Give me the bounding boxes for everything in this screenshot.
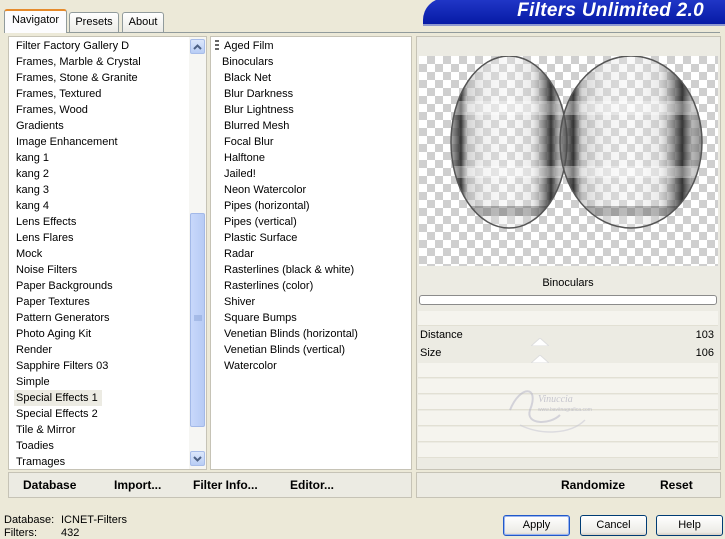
category-item[interactable]: Pattern Generators: [14, 310, 189, 326]
filter-item[interactable]: Blur Lightness: [222, 102, 407, 118]
filter-item[interactable]: Square Bumps: [222, 310, 407, 326]
category-list: Filter Factory Gallery D Frames, Marble &…: [14, 38, 189, 470]
filter-item[interactable]: Blur Darkness: [222, 86, 407, 102]
filter-item[interactable]: Watercolor: [222, 358, 407, 374]
scroll-up-button[interactable]: [190, 39, 205, 54]
database-button[interactable]: Database: [23, 478, 76, 492]
category-item[interactable]: Lens Flares: [14, 230, 189, 246]
category-item[interactable]: Special Effects 1: [14, 390, 102, 406]
category-item[interactable]: Simple: [14, 374, 189, 390]
category-item[interactable]: Photo Aging Kit: [14, 326, 189, 342]
category-item[interactable]: kang 4: [14, 198, 189, 214]
filter-item[interactable]: Rasterlines (color): [222, 278, 407, 294]
tab-strip-line: [4, 32, 720, 33]
svg-text:Vinuccia: Vinuccia: [538, 394, 573, 405]
filter-item-selected-label: Binoculars: [222, 56, 274, 68]
filter-item[interactable]: Pipes (vertical): [222, 214, 407, 230]
category-item[interactable]: kang 3: [14, 182, 189, 198]
chevron-up-icon: [193, 43, 202, 50]
category-item[interactable]: Tile & Mirror: [14, 422, 189, 438]
scroll-down-button[interactable]: [190, 451, 205, 466]
category-item[interactable]: Paper Textures: [14, 294, 189, 310]
tab-presets[interactable]: Presets: [69, 12, 119, 32]
category-item[interactable]: Image Enhancement: [14, 134, 189, 150]
category-item[interactable]: kang 1: [14, 150, 189, 166]
apply-button[interactable]: Apply: [503, 515, 570, 536]
category-item[interactable]: Frames, Textured: [14, 86, 189, 102]
chevron-down-icon: [193, 455, 202, 462]
param-row-size[interactable]: Size 106: [418, 345, 718, 361]
cancel-button[interactable]: Cancel: [580, 515, 647, 536]
param-stripe: [418, 311, 718, 326]
tab-navigator[interactable]: Navigator: [4, 9, 67, 33]
filter-item[interactable]: Shiver: [222, 294, 407, 310]
filter-item[interactable]: Rasterlines (black & white): [222, 262, 407, 278]
import-button[interactable]: Import...: [114, 478, 161, 492]
filters-count-label: Filters:: [4, 527, 37, 539]
app-title: Filters Unlimited 2.0: [517, 0, 704, 21]
svg-text:www.bavitnagrafica.com: www.bavitnagrafica.com: [538, 407, 592, 413]
randomize-button[interactable]: Randomize: [561, 478, 625, 492]
category-item[interactable]: Gradients: [14, 118, 189, 134]
filter-item[interactable]: Blurred Mesh: [222, 118, 407, 134]
watermark-logo: Vinuccia www.bavitnagrafica.com: [509, 390, 592, 433]
filter-item[interactable]: Radar: [222, 246, 407, 262]
category-item[interactable]: Render: [14, 342, 189, 358]
param-stripe: [418, 443, 718, 458]
category-item[interactable]: Special Effects 2: [14, 406, 189, 422]
drag-handle-icon: [215, 40, 219, 50]
param-stripe: [418, 363, 718, 378]
binoculars-preview-graphic: [450, 55, 703, 229]
filter-list: Aged Film Binoculars Black Net Blur Darknes…: [222, 38, 407, 374]
scroll-thumb[interactable]: [190, 213, 205, 427]
category-item[interactable]: Toadies: [14, 438, 189, 454]
reset-button[interactable]: Reset: [660, 478, 693, 492]
filter-item[interactable]: Halftone: [222, 150, 407, 166]
param-label: Distance: [420, 329, 463, 341]
preview-image: [419, 55, 718, 266]
param-label: Size: [420, 347, 442, 359]
category-item[interactable]: Noise Filters: [14, 262, 189, 278]
category-item[interactable]: Frames, Marble & Crystal: [14, 54, 189, 70]
filter-info-button[interactable]: Filter Info...: [193, 478, 258, 492]
database-label: Database:: [4, 514, 55, 526]
filter-item[interactable]: Aged Film: [222, 38, 407, 54]
param-value: 103: [695, 329, 714, 341]
filter-item[interactable]: Neon Watercolor: [222, 182, 407, 198]
category-item[interactable]: kang 2: [14, 166, 189, 182]
progress-bar: [419, 295, 717, 305]
filter-item[interactable]: Pipes (horizontal): [222, 198, 407, 214]
category-item[interactable]: Frames, Wood: [14, 102, 189, 118]
category-scrollbar[interactable]: [189, 37, 206, 469]
watermark: Vinuccia www.bavitnagrafica.com: [500, 380, 600, 440]
filter-item[interactable]: Binoculars: [222, 54, 407, 70]
database-value: ICNET-Filters: [61, 514, 127, 526]
category-item[interactable]: Filter Factory Gallery D: [14, 38, 189, 54]
category-item[interactable]: Frames, Stone & Granite: [14, 70, 189, 86]
category-item[interactable]: Paper Backgrounds: [14, 278, 189, 294]
category-item[interactable]: Lens Effects: [14, 214, 189, 230]
filter-item[interactable]: Jailed!: [222, 166, 407, 182]
filters-count-value: 432: [61, 527, 80, 539]
category-item[interactable]: Mock: [14, 246, 189, 262]
category-item[interactable]: Sapphire Filters 03: [14, 358, 189, 374]
filter-item[interactable]: Black Net: [222, 70, 407, 86]
param-row-distance[interactable]: Distance 103: [418, 327, 718, 343]
title-banner: Filters Unlimited 2.0: [423, 0, 725, 26]
filter-item[interactable]: Venetian Blinds (horizontal): [222, 326, 407, 342]
filter-item[interactable]: Venetian Blinds (vertical): [222, 342, 407, 358]
slider-thumb-icon[interactable]: [531, 355, 549, 363]
tab-about[interactable]: About: [122, 12, 164, 32]
preview-filter-name: Binoculars: [542, 277, 594, 289]
category-item[interactable]: Tramages: [14, 454, 189, 470]
filter-item[interactable]: Focal Blur: [222, 134, 407, 150]
filter-item[interactable]: Plastic Surface: [222, 230, 407, 246]
editor-button[interactable]: Editor...: [290, 478, 334, 492]
help-button[interactable]: Help: [656, 515, 723, 536]
param-value: 106: [695, 347, 714, 359]
grip-icon: [194, 315, 202, 321]
